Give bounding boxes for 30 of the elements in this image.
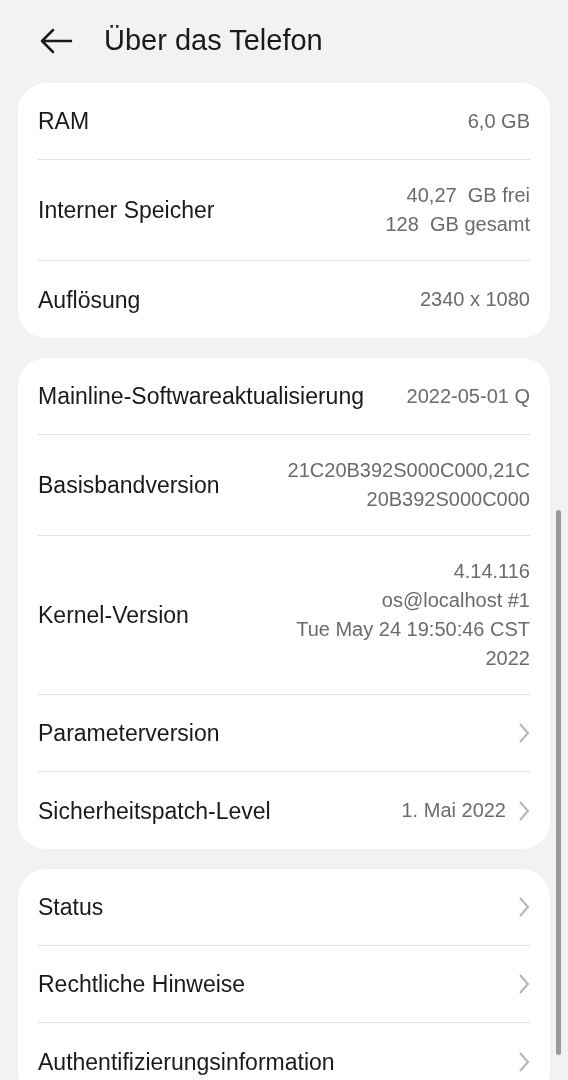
- chevron-right-icon: [518, 722, 530, 744]
- settings-row[interactable]: Sicherheitspatch-Level 1. Mai 2022: [38, 772, 530, 849]
- setting-label: Status: [38, 893, 104, 922]
- settings-row[interactable]: Status: [38, 869, 530, 946]
- chevron-right-icon: [518, 799, 530, 822]
- setting-value: 2340 x 1080: [419, 287, 530, 312]
- setting-label: Auflösung: [38, 285, 141, 315]
- chevron-right-icon: [518, 973, 530, 995]
- setting-label: Authentifizierungsinformation: [38, 1047, 335, 1077]
- setting-label: Mainline-Softwareaktualisierung: [38, 382, 364, 411]
- settings-row[interactable]: Parameterversion: [38, 695, 530, 772]
- setting-label: Kernel-Version: [38, 601, 189, 630]
- setting-value: 6,0 GB: [467, 108, 530, 134]
- setting-value: 4.14.116 os@localhost #1 Tue May 24 19:50:46 CST 2022: [296, 559, 530, 671]
- setting-label: Parameterversion: [38, 719, 220, 748]
- setting-label: Interner Speicher: [38, 196, 215, 225]
- setting-label: Rechtliche Hinweise: [38, 970, 246, 999]
- settings-row[interactable]: Rechtliche Hinweise: [38, 946, 530, 1023]
- page-title: Über das Telefon: [104, 23, 323, 59]
- setting-label: Basisbandversion: [38, 471, 220, 500]
- setting-value: 21C20B392S000C000,21C 20B392S000C000: [287, 458, 530, 512]
- setting-label: Sicherheitspatch-Level: [38, 796, 271, 826]
- setting-value: 2022-05-01 Q: [406, 383, 530, 409]
- setting-label: RAM: [38, 107, 90, 136]
- setting-value: 1. Mai 2022: [401, 798, 506, 823]
- chevron-right-icon: [518, 1050, 530, 1073]
- chevron-right-icon: [518, 896, 530, 918]
- settings-row[interactable]: Authentifizierungsinformation: [38, 1023, 530, 1080]
- back-arrow-icon: [39, 28, 73, 54]
- setting-value: 40,27 GB frei 128 GB gesamt: [385, 183, 530, 237]
